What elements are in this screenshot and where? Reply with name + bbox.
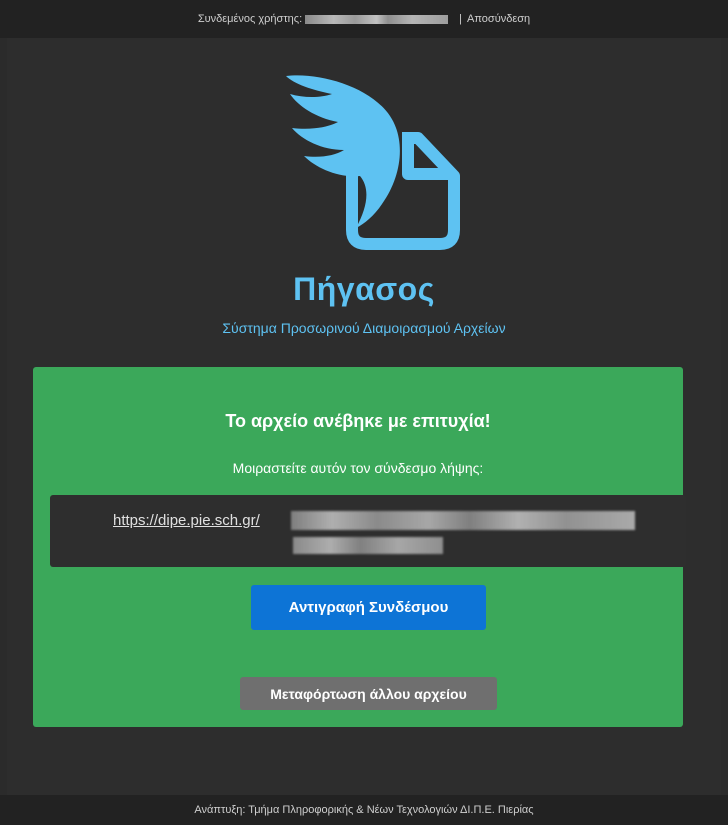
link-redacted-part — [291, 511, 635, 530]
download-link-box: https://dipe.pie.sch.gr/ — [50, 495, 686, 567]
app-title: Πήγασος — [293, 271, 435, 307]
top-bar: Συνδεμένος χρήστης: | Αποσύνδεση — [0, 0, 728, 38]
download-link[interactable]: https://dipe.pie.sch.gr/ — [113, 512, 260, 529]
logout-link[interactable]: Αποσύνδεση — [467, 13, 530, 25]
upload-another-button[interactable]: Μεταφόρτωση άλλου αρχείου — [240, 677, 497, 710]
share-instructions: Μοιραστείτε αυτόν τον σύνδεσμο λήψης: — [232, 460, 484, 476]
copy-link-button[interactable]: Αντιγραφή Συνδέσμου — [251, 585, 486, 630]
footer: Ανάπτυξη: Τμήμα Πληροφορικής & Νέων Τεχν… — [0, 795, 728, 825]
username-redacted — [305, 14, 449, 24]
winged-document-icon — [286, 75, 460, 250]
topbar-separator: | — [459, 13, 463, 25]
logged-in-label: Συνδεμένος χρήστης: — [197, 13, 303, 25]
link-redacted-part — [293, 537, 443, 554]
main-content: Πήγασος Σύστημα Προσωρινού Διαμοιρασμού … — [7, 38, 721, 795]
footer-text: Ανάπτυξη: Τμήμα Πληροφορικής & Νέων Τεχν… — [194, 804, 534, 816]
app-subtitle: Σύστημα Προσωρινού Διαμοιρασμού Αρχείων — [222, 320, 506, 336]
success-heading: Το αρχείο ανέβηκε με επιτυχία! — [225, 411, 491, 431]
success-panel: Το αρχείο ανέβηκε με επιτυχία! Μοιραστεί… — [33, 367, 686, 727]
